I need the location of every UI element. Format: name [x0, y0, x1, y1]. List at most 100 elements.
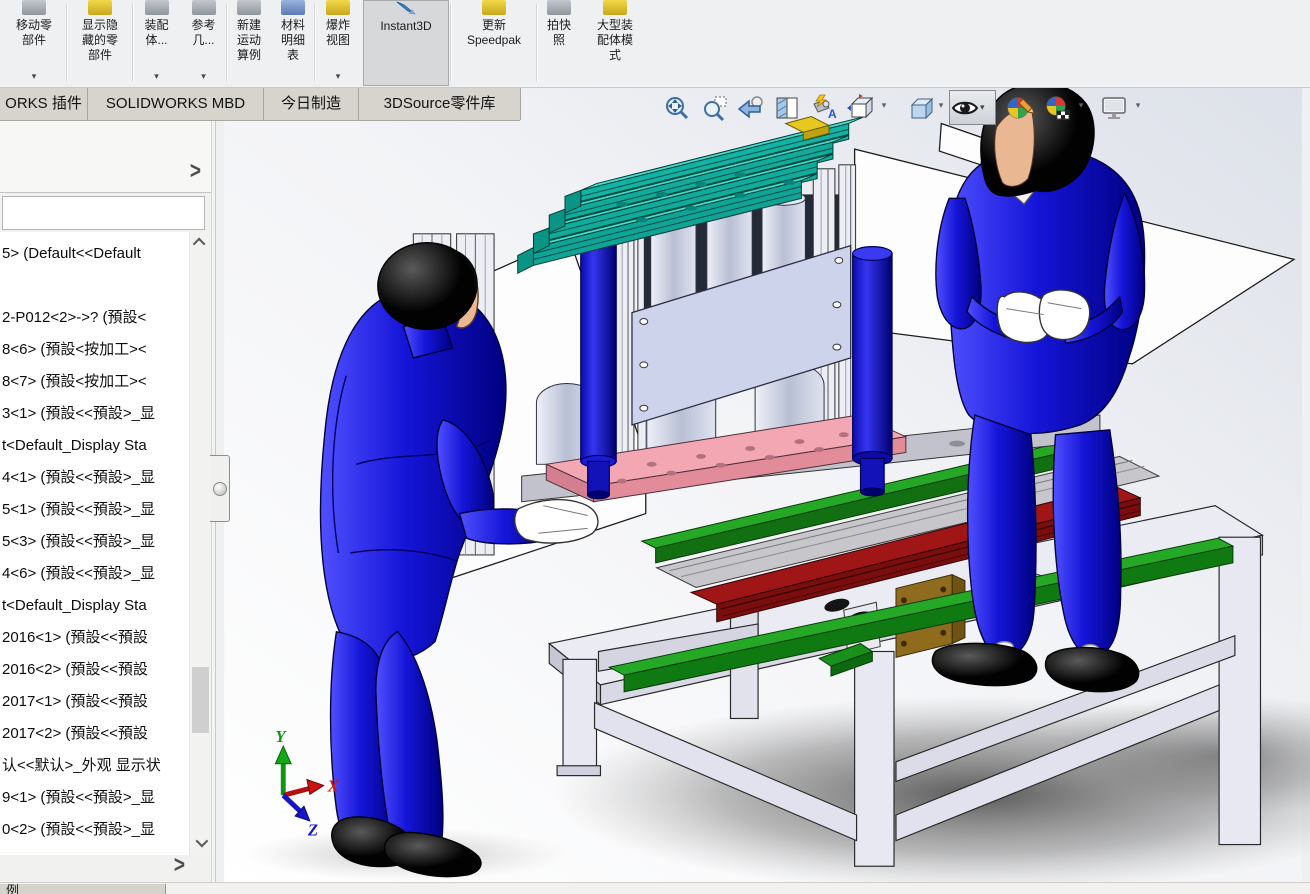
show-hidden-components-icon: [88, 0, 112, 15]
zoom-to-area-icon[interactable]: [699, 93, 731, 123]
tab-3dsource-parts[interactable]: 3DSource零件库: [359, 88, 521, 120]
update-speedpak-button[interactable]: 更新 Speedpak: [452, 0, 536, 85]
reference-geometry-dropdown[interactable]: ▾: [201, 71, 206, 85]
zoom-to-fit-icon[interactable]: [661, 93, 693, 123]
tree-item[interactable]: 5<3> (預設<<預設>_显: [0, 526, 188, 558]
triad-y-label: Y: [275, 727, 287, 746]
feature-manager-toolbar-row: >: [0, 155, 211, 193]
bill-of-materials-label: 材料 明细 表: [280, 18, 305, 62]
svg-text:A: A: [828, 107, 837, 121]
exploded-view-label: 爆炸 视图: [325, 18, 350, 47]
tab-today-manufacturing[interactable]: 今日制造: [264, 88, 359, 120]
bill-of-materials-button[interactable]: 材料 明细 表: [272, 0, 314, 85]
scroll-up-icon[interactable]: [190, 232, 211, 253]
tree-item[interactable]: 2016<1> (預設<<預設: [0, 622, 188, 654]
new-motion-study-icon: [237, 0, 261, 15]
instant3d-label: Instant3D: [380, 19, 432, 33]
tree-item[interactable]: 5> (Default<<Default: [0, 238, 188, 270]
show-hidden-components-button[interactable]: 显示隐 藏的零 部件: [68, 0, 132, 85]
tab-solidworks-addins[interactable]: ORKS 插件: [0, 88, 88, 120]
assembly-features-icon: [144, 0, 169, 15]
tab-solidworks-mbd[interactable]: SOLIDWORKS MBD: [88, 88, 264, 120]
command-manager-toolbar: 移动零 部件 ▾ 显示隐 藏的零 部件 装配 体... ▾ 参考 几... ▾ …: [0, 0, 1310, 88]
tree-item[interactable]: [0, 270, 188, 302]
tree-item[interactable]: 4<1> (預設<<預設>_显: [0, 462, 188, 494]
scroll-down-icon[interactable]: [190, 832, 211, 853]
solidworks-window: Y X Z A ▾ ▾ ▾ ▾ ▾ 移动零 部件 ▾ 显示隐 藏的零 部件 装配…: [0, 0, 1310, 894]
tree-item[interactable]: 2017<1> (預設<<預設: [0, 686, 188, 718]
exploded-view-icon: [326, 0, 350, 15]
section-view-icon[interactable]: [771, 93, 803, 123]
tree-item[interactable]: 2016<2> (預設<<預設: [0, 654, 188, 686]
apply-scene-icon[interactable]: [1042, 93, 1074, 123]
feature-manager-panel: > 5> (Default<<Default 2-P012<2>->? (預設<…: [0, 121, 211, 882]
new-motion-study-label: 新建 运动 算例: [236, 18, 261, 62]
reference-geometry-icon: [191, 0, 216, 15]
toolbar-separator: [314, 4, 316, 81]
tree-scrollbar[interactable]: [189, 232, 211, 855]
instant3d-button[interactable]: Instant3D: [363, 0, 449, 86]
model-tab-fragment[interactable]: 例: [0, 884, 166, 894]
tree-item[interactable]: 5<1> (預設<<預設>_显: [0, 494, 188, 526]
display-style-dropdown[interactable]: ▾: [936, 100, 946, 111]
move-component-dropdown[interactable]: ▾: [32, 71, 37, 85]
tree-item[interactable]: 3<1> (預設<<預設>_显: [0, 398, 188, 430]
view-settings-icon[interactable]: [1098, 93, 1130, 123]
tree-item[interactable]: t<Default_Display Sta: [0, 590, 188, 622]
annotation-views-icon[interactable]: A: [809, 93, 841, 123]
apply-scene-dropdown[interactable]: ▾: [1076, 100, 1086, 111]
exploded-view-button[interactable]: 爆炸 视图 ▾: [316, 0, 360, 85]
feature-tree-filter[interactable]: [2, 196, 205, 230]
tree-item[interactable]: 0<2> (預設<<預設>_显: [0, 814, 188, 846]
tree-item[interactable]: 8<7> (預設<按加工><: [0, 366, 188, 398]
large-assembly-mode-button[interactable]: 大型装 配体模 式: [582, 0, 648, 85]
reference-geometry-label: 参考 几...: [191, 18, 216, 47]
tree-item[interactable]: 9<1> (預設<<預設>_显: [0, 782, 188, 814]
assembly-features-label: 装配 体...: [144, 18, 169, 47]
exploded-view-dropdown[interactable]: ▾: [336, 71, 341, 85]
toolbar-separator: [226, 4, 228, 81]
graphics-area[interactable]: Y X Z: [216, 88, 1310, 882]
status-bar: 例: [0, 882, 1310, 894]
display-style-icon[interactable]: [905, 93, 937, 123]
new-motion-study-button[interactable]: 新建 运动 算例: [228, 0, 270, 85]
toolbar-separator: [66, 4, 68, 81]
previous-view-icon[interactable]: [735, 93, 767, 123]
toolbar-separator: [132, 4, 134, 81]
move-component-icon: [22, 0, 46, 15]
tree-item[interactable]: t<Default_Display Sta: [0, 430, 188, 462]
toolbar-separator: [450, 4, 452, 81]
tree-item[interactable]: 8<6> (預設<按加工><: [0, 334, 188, 366]
tree-item[interactable]: 2017<2> (預設<<預設: [0, 718, 188, 750]
tree-item[interactable]: 2-P012<2>->? (預設<: [0, 302, 188, 334]
view-settings-dropdown[interactable]: ▾: [1133, 100, 1143, 111]
update-speedpak-icon: [482, 0, 506, 15]
hide-show-dropdown[interactable]: ▾: [980, 102, 985, 113]
view-orientation-icon[interactable]: [845, 93, 877, 123]
move-component-label: 移动零 部件: [15, 18, 52, 47]
tree-item[interactable]: 认<<默认>_外观 显示状: [0, 750, 188, 782]
instant3d-icon: [396, 1, 416, 15]
collapse-knob-icon: [213, 482, 227, 496]
show-hidden-components-label: 显示隐 藏的零 部件: [81, 18, 118, 62]
eye-icon: [951, 101, 979, 114]
expand-panel-chevron-icon[interactable]: >: [190, 158, 201, 186]
scroll-right-chevron-icon[interactable]: >: [174, 852, 185, 880]
panel-collapse-handle[interactable]: [210, 455, 230, 522]
edit-appearance-icon[interactable]: [1004, 93, 1036, 123]
tree-item[interactable]: 4<6> (預設<<預設>_显: [0, 558, 188, 590]
scrollbar-thumb[interactable]: [192, 667, 209, 733]
take-snapshot-button[interactable]: 拍快 照: [538, 0, 580, 85]
blue-cylinder-right: [852, 246, 893, 497]
triad-z-label: Z: [307, 821, 318, 840]
feature-tree-list: 5> (Default<<Default 2-P012<2>->? (預設< 8…: [0, 232, 211, 855]
reference-geometry-button[interactable]: 参考 几... ▾: [181, 0, 226, 85]
view-orientation-dropdown[interactable]: ▾: [879, 100, 889, 111]
move-component-button[interactable]: 移动零 部件 ▾: [2, 0, 66, 85]
take-snapshot-icon: [547, 0, 571, 15]
assembly-features-button[interactable]: 装配 体... ▾: [134, 0, 179, 85]
update-speedpak-label: 更新 Speedpak: [466, 18, 522, 47]
large-assembly-mode-icon: [603, 0, 627, 15]
assembly-features-dropdown[interactable]: ▾: [154, 71, 159, 85]
hide-show-items-button[interactable]: ▾: [949, 90, 996, 125]
